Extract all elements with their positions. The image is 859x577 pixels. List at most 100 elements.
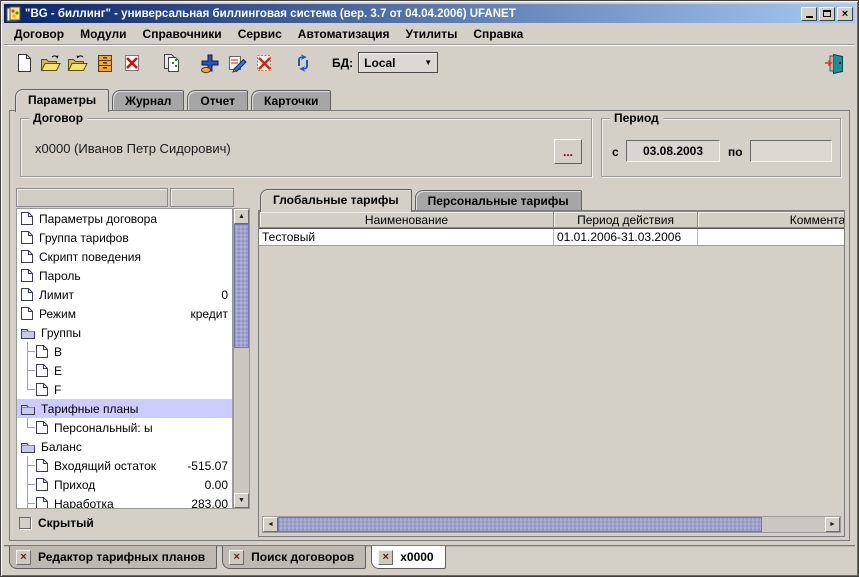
tree-item[interactable]: Режимкредит <box>17 304 232 323</box>
table-row[interactable]: Тестовый 01.01.2006-31.03.2006 <box>259 229 845 246</box>
delete-contract-button[interactable] <box>250 49 277 76</box>
contract-browse-button[interactable]: ... <box>554 139 582 164</box>
delete-document-button[interactable] <box>118 49 145 76</box>
scroll-left-button[interactable]: ◄ <box>263 517 278 532</box>
db-selected-value: Local <box>364 56 395 70</box>
doc-icon <box>35 382 49 397</box>
tab-kartochki[interactable]: Карточки <box>251 90 331 111</box>
bottom-tab-tariff-editor[interactable]: × Редактор тарифных планов <box>9 546 217 569</box>
menu-spravochniki[interactable]: Справочники <box>135 25 230 43</box>
cell-comment <box>698 229 845 245</box>
contract-drawer-button[interactable] <box>91 49 118 76</box>
scrollbar-thumb[interactable] <box>278 517 762 532</box>
tree-item[interactable]: Лимит0 <box>17 285 232 304</box>
doc-icon <box>35 420 49 435</box>
tree-column-header[interactable] <box>170 188 234 207</box>
contract-drawer-icon <box>94 52 116 74</box>
tab-zhurnal[interactable]: Журнал <box>112 90 184 111</box>
column-header-period[interactable]: Период действия <box>554 211 698 228</box>
refresh-button[interactable] <box>289 49 316 76</box>
tree-item[interactable]: Скрипт поведения <box>17 247 232 266</box>
tree-item-label: Лимит <box>39 288 74 302</box>
tree-item[interactable]: B <box>17 342 232 361</box>
scroll-right-button[interactable]: ► <box>825 517 840 532</box>
close-tab-button[interactable]: × <box>229 550 244 565</box>
minimize-icon <box>806 16 813 18</box>
tree-item-value: 0.00 <box>205 478 228 492</box>
folder-icon <box>20 402 36 416</box>
tree-item[interactable]: Группы <box>17 323 232 342</box>
tree-connector <box>20 380 35 399</box>
main-tab-bar: Параметры Журнал Отчет Карточки <box>15 86 331 111</box>
close-tab-button[interactable]: × <box>16 550 31 565</box>
copy-document-button[interactable] <box>157 49 184 76</box>
close-tab-icon: × <box>233 552 239 563</box>
tree-item[interactable]: Персональный: ы <box>17 418 232 437</box>
tree-item[interactable]: Приход0.00 <box>17 475 232 494</box>
new-document-button[interactable] <box>10 49 37 76</box>
bottom-tab-bar: × Редактор тарифных планов × Поиск догов… <box>4 545 855 575</box>
period-groupbox: Период с 03.08.2003 по <box>601 118 841 177</box>
contract-parameters-tree: Параметры договораГруппа тарифовСкрипт п… <box>16 208 233 509</box>
tree-item[interactable]: Баланс <box>17 437 232 456</box>
tree-item[interactable]: F <box>17 380 232 399</box>
menu-avtomatizaciya[interactable]: Автоматизация <box>290 25 398 43</box>
menu-servis[interactable]: Сервис <box>230 25 290 43</box>
bottom-tab-x0000[interactable]: × x0000 <box>371 546 445 569</box>
tariff-tab-bar: Глобальные тарифы Персональные тарифы <box>260 187 582 211</box>
period-to-field[interactable] <box>750 140 832 162</box>
tree-item[interactable]: Входящий остаток-515.07 <box>17 456 232 475</box>
column-header-name[interactable]: Наименование <box>259 211 554 228</box>
hidden-checkbox[interactable] <box>19 517 31 529</box>
scrollbar-thumb[interactable] <box>234 224 249 348</box>
contract-groupbox: Договор x0000 (Иванов Петр Сидорович) ..… <box>20 118 592 177</box>
menu-moduli[interactable]: Модули <box>72 25 134 43</box>
menu-utility[interactable]: Утилиты <box>397 25 465 43</box>
tree-connector <box>20 494 35 509</box>
tab-otchet[interactable]: Отчет <box>187 90 248 111</box>
tree-column-header[interactable] <box>16 188 168 207</box>
refresh-icon <box>292 52 314 74</box>
scroll-down-button[interactable]: ▼ <box>234 493 249 508</box>
tree-vertical-scrollbar: ▲ ▼ <box>233 208 250 509</box>
tariffs-table-header: Наименование Период действия Комментарий <box>259 211 845 229</box>
open-contract-icon <box>39 52 62 74</box>
menu-bar: Договор Модули Справочники Сервис Автома… <box>4 24 855 44</box>
maximize-button[interactable] <box>819 7 835 21</box>
tree-item[interactable]: Пароль <box>17 266 232 285</box>
tree-item-label: Режим <box>39 307 76 321</box>
window-title: "BG - биллинг" - универсальная биллингов… <box>25 8 801 20</box>
copy-document-icon <box>160 52 182 74</box>
tab-personal-tariffs[interactable]: Персональные тарифы <box>415 190 582 211</box>
minimize-button[interactable] <box>801 7 817 21</box>
tree-item[interactable]: E <box>17 361 232 380</box>
tree-item[interactable]: Параметры договора <box>17 209 232 228</box>
period-from-field[interactable]: 03.08.2003 <box>626 140 720 162</box>
db-selector[interactable]: Local ▼ <box>358 52 438 73</box>
tab-parametry[interactable]: Параметры <box>15 89 109 112</box>
exit-button[interactable] <box>820 49 847 76</box>
tree-item-label: F <box>54 383 61 397</box>
close-button[interactable]: × <box>837 7 853 21</box>
menu-dogovor[interactable]: Договор <box>6 25 72 43</box>
scroll-up-button[interactable]: ▲ <box>234 209 249 224</box>
global-tariffs-panel: Наименование Период действия Комментарий… <box>258 210 845 537</box>
doc-icon <box>20 211 34 226</box>
open-folder-button[interactable] <box>64 49 91 76</box>
bottom-tab-contract-search[interactable]: × Поиск договоров <box>222 546 366 569</box>
tree-item[interactable]: Наработка283.00 <box>17 494 232 509</box>
open-contract-button[interactable] <box>37 49 64 76</box>
menu-spravka[interactable]: Справка <box>465 25 531 43</box>
tariffs-table: Наименование Период действия Комментарий… <box>259 211 845 246</box>
tree-item[interactable]: Группа тарифов <box>17 228 232 247</box>
add-contract-button[interactable] <box>196 49 223 76</box>
edit-contract-button[interactable] <box>223 49 250 76</box>
column-header-comment[interactable]: Комментарий <box>698 211 845 228</box>
tree-item[interactable]: Тарифные планы <box>17 399 232 418</box>
dropdown-arrow-icon: ▼ <box>424 58 432 67</box>
maximize-icon <box>823 10 831 17</box>
tree-item-label: Группы <box>41 326 81 340</box>
close-tab-button[interactable]: × <box>378 550 393 565</box>
tab-global-tariffs[interactable]: Глобальные тарифы <box>260 189 412 212</box>
contract-groupbox-title: Договор <box>29 111 87 125</box>
